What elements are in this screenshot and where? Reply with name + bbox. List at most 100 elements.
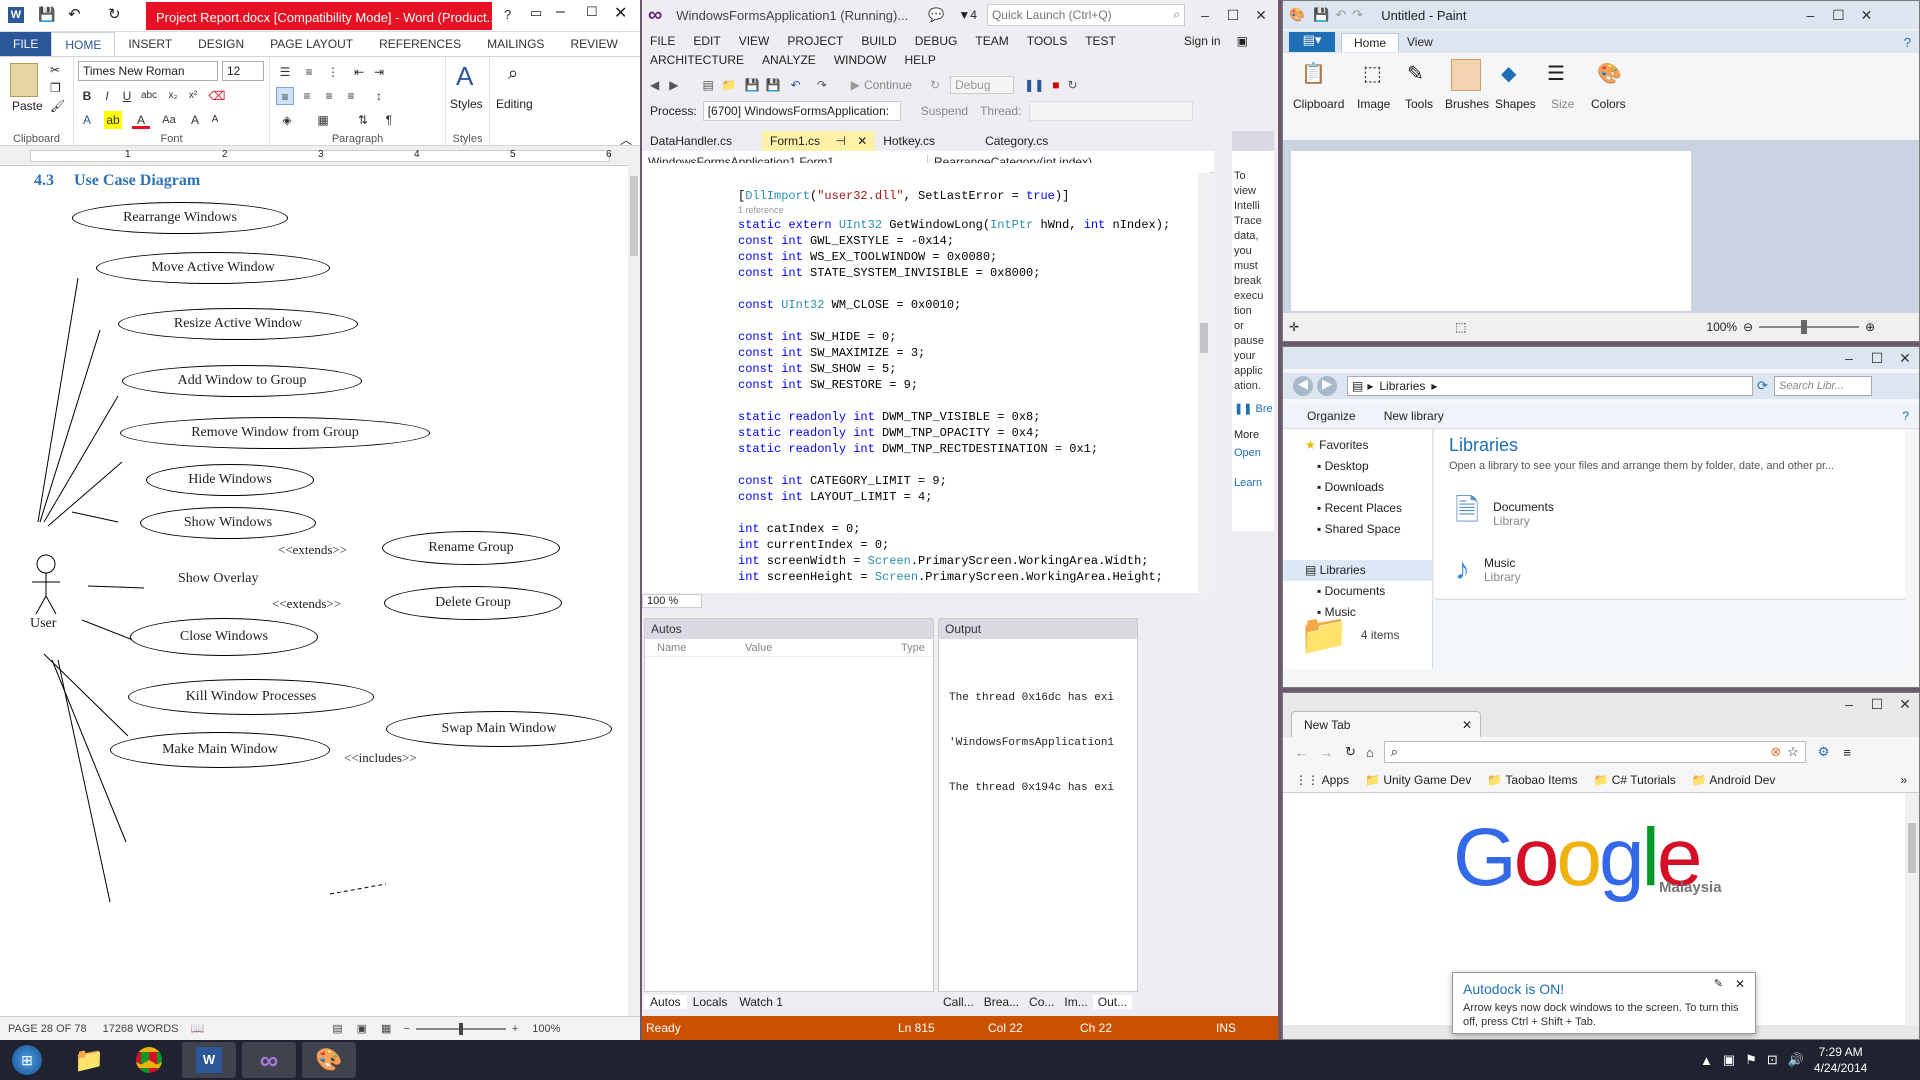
tab-watch1[interactable]: Watch 1 — [733, 995, 789, 1009]
chrome-scrollbar[interactable] — [1905, 793, 1919, 1025]
pin-icon[interactable]: ⊣ — [835, 134, 845, 148]
font-size-combo[interactable]: 12 — [222, 61, 264, 81]
feedback-icon[interactable]: 💬 — [928, 7, 944, 23]
sign-in-link[interactable]: Sign in — [1184, 34, 1221, 48]
bookmark-folder[interactable]: 📁 Unity Game Dev — [1365, 773, 1471, 787]
tab-page-layout[interactable]: PAGE LAYOUT — [257, 32, 366, 56]
increase-indent-icon[interactable]: ⇥ — [370, 63, 388, 81]
start-button[interactable]: ⊞ — [2, 1042, 52, 1078]
paint-group-label[interactable]: Size — [1551, 97, 1574, 111]
align-center-button[interactable]: ≡ — [298, 87, 316, 105]
print-layout-icon[interactable]: ▣ — [357, 1022, 367, 1035]
horizontal-ruler[interactable]: 1 2 3 4 5 6 — [0, 146, 640, 166]
toast-close-icon[interactable]: ✕ — [1735, 977, 1745, 991]
menu-build[interactable]: BUILD — [861, 34, 896, 48]
tab-breakpoints[interactable]: Brea... — [979, 995, 1024, 1009]
close-button[interactable]: ✕ — [1891, 350, 1919, 367]
tab-home[interactable]: Home — [1341, 32, 1400, 52]
page-count[interactable]: PAGE 28 OF 78 — [8, 1023, 87, 1035]
italic-button[interactable]: I — [98, 87, 116, 105]
styles-button[interactable]: Styles — [450, 97, 483, 111]
bookmark-apps[interactable]: ⋮⋮ Apps — [1295, 773, 1349, 787]
styles-icon[interactable]: A — [456, 61, 473, 92]
forward-icon[interactable]: → — [1320, 745, 1333, 760]
word-taskbar-icon[interactable]: W — [182, 1042, 236, 1078]
minimize-button[interactable]: – — [1796, 7, 1824, 23]
clear-format-icon[interactable]: ⌫ — [208, 87, 226, 105]
sort-icon[interactable]: ⇅ — [354, 111, 372, 129]
justify-button[interactable]: ≡ — [342, 87, 360, 105]
bookmark-folder[interactable]: 📁 Android Dev — [1692, 773, 1776, 787]
grow-font-icon[interactable]: A — [186, 111, 204, 129]
redo-icon[interactable]: ↷ — [1352, 7, 1363, 23]
word-app-icon[interactable]: W — [8, 7, 24, 23]
chrome-tab[interactable]: New Tab ✕ — [1291, 711, 1481, 737]
menu-tools[interactable]: TOOLS — [1027, 34, 1067, 48]
paint-menu-button[interactable]: ▤▾ — [1289, 32, 1335, 52]
ribbon-display-icon[interactable]: ▭ — [530, 5, 542, 21]
tab-category[interactable]: Category.cs — [977, 131, 1056, 151]
refresh-icon[interactable]: ↻ — [930, 78, 940, 92]
tray-overflow-icon[interactable]: ▲ — [1700, 1053, 1713, 1068]
paint-zoom-slider[interactable] — [1759, 320, 1860, 334]
tab-design[interactable]: DESIGN — [185, 32, 257, 56]
tools-icon[interactable]: ✎ — [1407, 61, 1424, 86]
notifications-icon[interactable]: ▼4 — [958, 8, 977, 22]
clipboard-icon[interactable]: 📋 — [1301, 61, 1326, 86]
zoom-out-icon[interactable]: − — [403, 1023, 409, 1035]
organize-button[interactable]: Organize — [1307, 409, 1356, 423]
tab-autos[interactable]: Autos — [644, 995, 687, 1009]
zoom-out-icon[interactable]: ⊖ — [1743, 320, 1753, 334]
zoom-in-icon[interactable]: ⊕ — [1865, 320, 1875, 334]
shapes-icon[interactable]: ◆ — [1501, 61, 1516, 86]
tab-file[interactable]: FILE — [0, 32, 52, 56]
bold-button[interactable]: B — [78, 87, 96, 105]
menu-view[interactable]: VIEW — [739, 34, 770, 48]
close-tab-icon[interactable]: ✕ — [857, 134, 867, 148]
reload-icon[interactable]: ↻ — [1345, 744, 1356, 760]
paint-group-label[interactable]: Brushes — [1445, 97, 1489, 111]
nav-libraries[interactable]: ▤ Libraries — [1283, 560, 1432, 581]
change-case-icon[interactable]: Aa — [160, 111, 178, 129]
volume-icon[interactable]: 🔊 — [1788, 1052, 1804, 1068]
tab-immediate[interactable]: Im... — [1059, 995, 1092, 1009]
home-icon[interactable]: ⌂ — [1366, 745, 1374, 760]
explorer-search[interactable]: Search Libr... — [1773, 376, 1872, 396]
clock[interactable]: 7:29 AM 4/24/2014 — [1814, 1044, 1867, 1076]
paint-taskbar-icon[interactable]: 🎨 — [302, 1042, 356, 1078]
read-mode-icon[interactable]: ▤ — [332, 1022, 342, 1035]
tab-command[interactable]: Co... — [1024, 995, 1059, 1009]
chrome-taskbar-icon[interactable] — [122, 1042, 176, 1078]
underline-button[interactable]: U — [118, 87, 136, 105]
config-combo[interactable]: Debug — [950, 76, 1015, 94]
close-button[interactable]: ✕ — [1247, 7, 1275, 24]
chrome-menu-icon[interactable]: ≡ — [1843, 745, 1851, 760]
maximize-button[interactable]: ☐ — [1219, 7, 1247, 24]
open-link[interactable]: Open — [1232, 447, 1274, 459]
word-vertical-scrollbar[interactable] — [628, 146, 640, 1016]
editing-button[interactable]: Editing — [496, 97, 533, 111]
tab-references[interactable]: REFERENCES — [366, 32, 474, 56]
font-color-icon[interactable]: A — [132, 111, 150, 129]
borders-icon[interactable]: ▦ — [314, 111, 332, 129]
maximize-button[interactable]: ☐ — [1863, 350, 1891, 367]
menu-analyze[interactable]: ANALYZE — [762, 53, 816, 67]
omnibox[interactable]: ⌕ ⊗ ☆ — [1383, 741, 1806, 763]
close-button[interactable]: ✕ — [1891, 696, 1919, 713]
break-all-link[interactable]: ❚❚ Bre — [1232, 402, 1274, 415]
save-icon[interactable]: 💾 — [1313, 7, 1329, 23]
brushes-icon[interactable] — [1451, 59, 1481, 91]
col-type[interactable]: Type — [901, 642, 925, 654]
back-icon[interactable]: ← — [1295, 745, 1308, 760]
forward-icon[interactable]: ▶ — [669, 78, 678, 92]
explorer-taskbar-icon[interactable]: 📁 — [62, 1042, 116, 1078]
tab-review[interactable]: REVIEW — [557, 32, 630, 56]
library-item[interactable]: ♪ Music Library — [1455, 553, 1905, 587]
back-button[interactable]: ◀ — [1293, 376, 1313, 396]
breadcrumb-libraries[interactable]: Libraries — [1379, 379, 1425, 393]
bookmark-star-icon[interactable]: ☆ — [1787, 744, 1799, 760]
paint-group-label[interactable]: Tools — [1405, 97, 1433, 111]
menu-architecture[interactable]: ARCHITECTURE — [650, 53, 744, 67]
menu-help[interactable]: HELP — [904, 53, 935, 67]
nav-shared-space[interactable]: ▪ Shared Space — [1283, 519, 1432, 540]
